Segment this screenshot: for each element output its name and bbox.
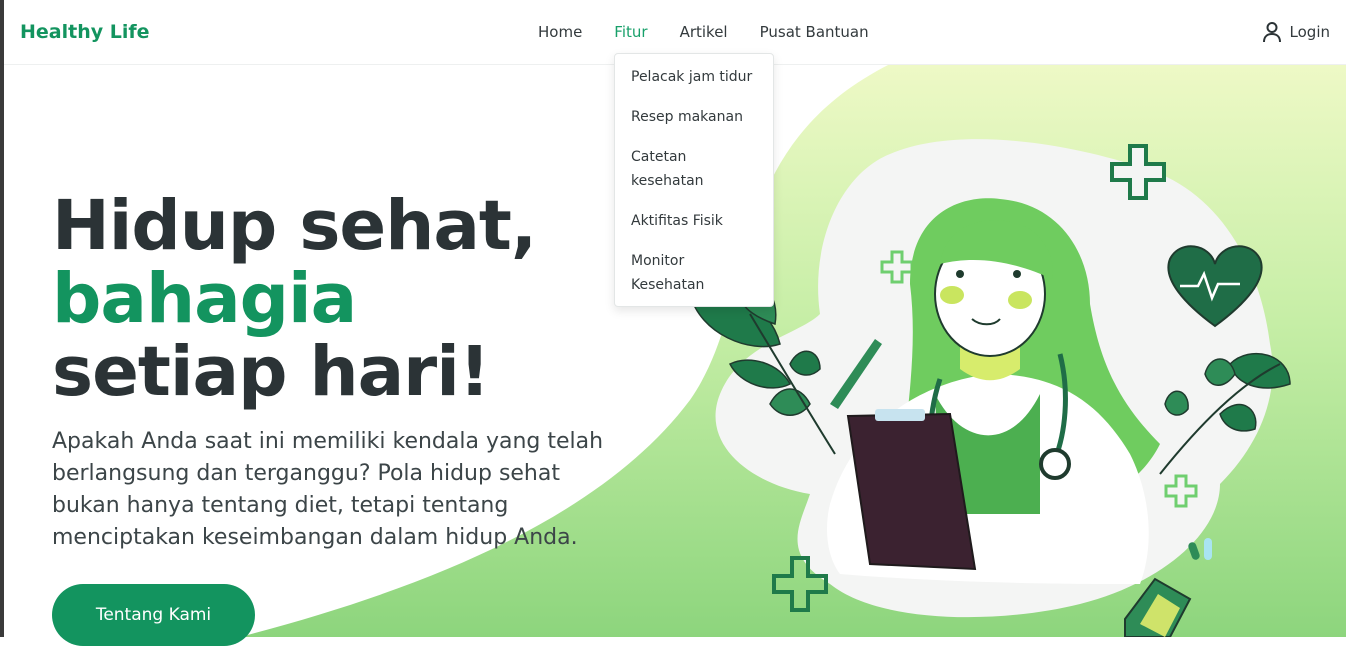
user-icon (1262, 22, 1281, 43)
hero-headline: Hidup sehat, bahagia setiap hari! (52, 190, 612, 409)
brand-logo[interactable]: Healthy Life (20, 21, 150, 43)
login-button[interactable]: Login (1262, 21, 1330, 43)
headline-accent: bahagia (52, 259, 357, 339)
nav-fitur[interactable]: Fitur (614, 23, 647, 41)
headline-part-2: setiap hari! (52, 332, 490, 412)
hero-description: Apakah Anda saat ini memiliki kendala ya… (52, 429, 604, 550)
dropdown-item-aktifitas-fisik[interactable]: Aktifitas Fisik (615, 204, 773, 238)
fitur-dropdown-menu: Pelacak jam tidur Resep makanan Catetan … (614, 53, 774, 307)
medicine-bottle-icon (1124, 577, 1192, 637)
dropdown-item-catetan-kesehatan[interactable]: Catetan kesehatan (615, 140, 773, 198)
nav-home[interactable]: Home (538, 23, 582, 41)
dropdown-item-resep-makanan[interactable]: Resep makanan (615, 100, 773, 134)
dropdown-item-monitor-kesehatan[interactable]: Monitor Kesehatan (615, 244, 773, 302)
login-label: Login (1289, 23, 1330, 41)
nav-pusat-bantuan[interactable]: Pusat Bantuan (760, 23, 869, 41)
nav-artikel[interactable]: Artikel (680, 23, 728, 41)
nav-links: Home Fitur Artikel Pusat Bantuan (538, 23, 901, 41)
headline-part-1: Hidup sehat, (52, 186, 537, 266)
dropdown-item-pelacak-jam-tidur[interactable]: Pelacak jam tidur (615, 60, 773, 94)
window-edge (0, 0, 4, 637)
